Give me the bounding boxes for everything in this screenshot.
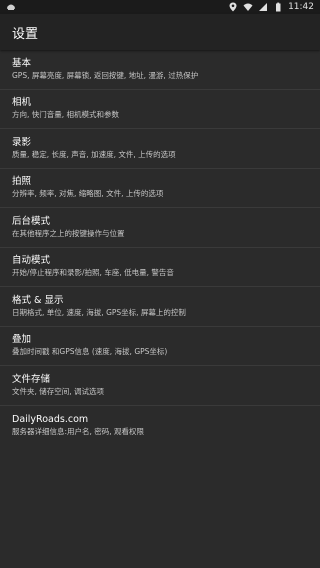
- settings-item-summary: 开始/停止程序和录影/拍照, 车座, 低电量, 警告音: [12, 268, 174, 278]
- settings-item-camera[interactable]: 相机 方向, 快门音量, 相机模式和参数: [0, 90, 320, 129]
- settings-item-photo[interactable]: 拍照 分辨率, 频率, 对焦, 缩略图, 文件, 上传的选项: [0, 169, 320, 208]
- settings-item-video[interactable]: 录影 质量, 稳定, 长度, 声音, 加速度, 文件, 上传的选项: [0, 129, 320, 169]
- settings-item-title: 相机: [12, 97, 32, 109]
- settings-item-dailyroads[interactable]: DailyRoads.com 服务器详细信息:用户名, 密码, 观看权限: [0, 406, 320, 446]
- settings-item-overlay[interactable]: 叠加 叠加时间戳 和GPS信息 (速度, 海拔, GPS坐标): [0, 327, 320, 366]
- status-left: [6, 2, 16, 12]
- settings-item-title: 文件存储: [12, 373, 51, 385]
- app-bar: 设置: [0, 14, 320, 50]
- settings-item-summary: 文件夹, 储存空间, 调试选项: [12, 386, 105, 396]
- settings-item-title: 叠加: [12, 334, 32, 346]
- settings-item-title: 拍照: [12, 176, 32, 188]
- status-right: 11:42: [228, 2, 314, 12]
- location-icon: [229, 2, 237, 12]
- settings-item-title: 自动模式: [12, 255, 51, 267]
- wifi-icon: [243, 3, 253, 11]
- settings-item-summary: 服务器详细信息:用户名, 密码, 观看权限: [12, 426, 145, 436]
- settings-item-summary: 方向, 快门音量, 相机模式和参数: [12, 110, 120, 120]
- status-bar: 11:42: [0, 0, 320, 14]
- settings-item-summary: 在其他程序之上的按键操作与位置: [12, 228, 125, 238]
- settings-list: 基本 GPS, 屏幕亮度, 屏幕锁, 返回按键, 地址, 漫游, 过热保护 相机…: [0, 50, 320, 445]
- settings-item-title: 格式 & 显示: [12, 294, 64, 306]
- settings-item-background-mode[interactable]: 后台模式 在其他程序之上的按键操作与位置: [0, 208, 320, 248]
- android-notification-icon: [7, 4, 15, 10]
- page-title: 设置: [12, 26, 39, 42]
- settings-item-summary: 日期格式, 单位, 速度, 海拔, GPS坐标, 屏幕上的控制: [12, 307, 186, 317]
- settings-item-summary: 质量, 稳定, 长度, 声音, 加速度, 文件, 上传的选项: [12, 149, 176, 159]
- settings-item-title: 后台模式: [12, 215, 51, 227]
- settings-item-title: 基本: [12, 57, 32, 69]
- signal-icon: [259, 3, 268, 11]
- settings-item-file-storage[interactable]: 文件存储 文件夹, 储存空间, 调试选项: [0, 366, 320, 406]
- settings-item-summary: 叠加时间戳 和GPS信息 (速度, 海拔, GPS坐标): [12, 347, 168, 357]
- settings-item-summary: GPS, 屏幕亮度, 屏幕锁, 返回按键, 地址, 漫游, 过热保护: [12, 70, 199, 80]
- settings-item-format-display[interactable]: 格式 & 显示 日期格式, 单位, 速度, 海拔, GPS坐标, 屏幕上的控制: [0, 287, 320, 327]
- settings-item-summary: 分辨率, 频率, 对焦, 缩略图, 文件, 上传的选项: [12, 189, 164, 199]
- settings-item-auto-mode[interactable]: 自动模式 开始/停止程序和录影/拍照, 车座, 低电量, 警告音: [0, 248, 320, 287]
- settings-item-title: DailyRoads.com: [12, 413, 89, 425]
- battery-icon: [276, 2, 281, 12]
- settings-item-title: 录影: [12, 136, 32, 148]
- status-time: 11:42: [288, 2, 314, 12]
- settings-item-basic[interactable]: 基本 GPS, 屏幕亮度, 屏幕锁, 返回按键, 地址, 漫游, 过热保护: [0, 50, 320, 90]
